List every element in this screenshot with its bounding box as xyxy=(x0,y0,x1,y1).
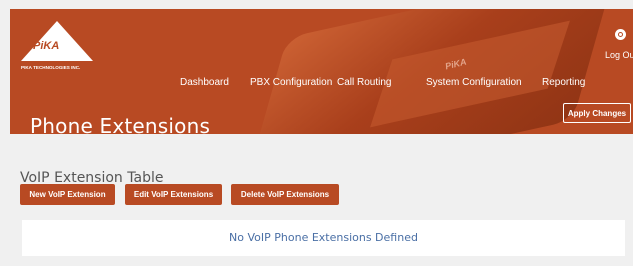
logo-text: PiKA xyxy=(33,40,60,52)
company-name: PIKA TECHNOLOGIES INC. xyxy=(21,65,81,70)
apply-changes-button[interactable]: Apply Changes xyxy=(563,103,631,123)
edit-voip-extensions-button[interactable]: Edit VoIP Extensions xyxy=(125,184,222,205)
nav-call-routing[interactable]: Call Routing xyxy=(337,77,391,88)
nav-reporting[interactable]: Reporting xyxy=(542,77,585,88)
page-title: Phone Extensions xyxy=(30,114,211,134)
nav-system-configuration[interactable]: System Configuration xyxy=(426,77,522,88)
new-voip-extension-button[interactable]: New VoIP Extension xyxy=(20,184,115,205)
nav-pbx-configuration[interactable]: PBX Configuration xyxy=(250,77,332,88)
header-banner: PiKA PiKA PIKA TECHNOLOGIES INC. Dashboa… xyxy=(10,9,633,134)
page: PiKA PiKA PIKA TECHNOLOGIES INC. Dashboa… xyxy=(0,0,633,266)
nav-dashboard[interactable]: Dashboard xyxy=(180,77,229,88)
logout-icon[interactable] xyxy=(615,29,626,40)
logout-link[interactable]: Log Out xyxy=(605,50,633,60)
extension-table-panel: No VoIP Phone Extensions Defined xyxy=(22,220,625,256)
empty-message: No VoIP Phone Extensions Defined xyxy=(229,231,418,244)
delete-voip-extensions-button[interactable]: Delete VoIP Extensions xyxy=(231,184,339,205)
